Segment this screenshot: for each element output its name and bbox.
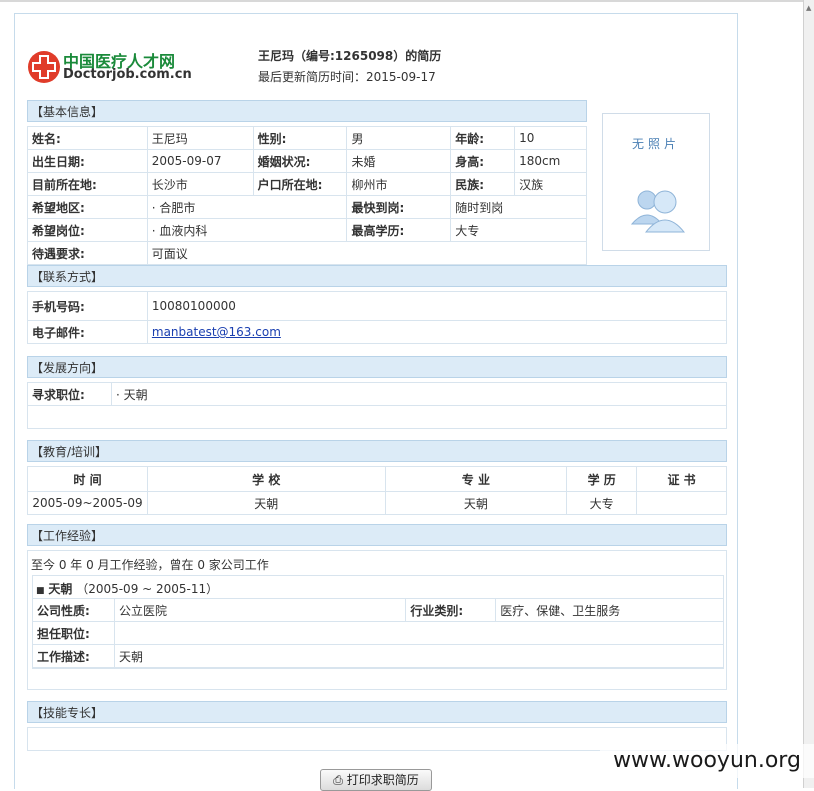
edu-col-cert: 证 书 — [636, 466, 727, 492]
user-group-icon — [630, 190, 686, 233]
hukou-label: 户口所在地: — [252, 172, 348, 196]
location-label: 目前所在地: — [27, 172, 148, 196]
desc-label: 工作描述: — [32, 644, 115, 668]
scroll-up-icon[interactable]: ▲ — [806, 4, 811, 12]
name-label: 姓名: — [27, 126, 148, 150]
red-cross-logo-icon — [28, 51, 60, 83]
work-detail-table: 公司性质: 公立医院 行业类别: 医疗、保健、卫生服务 担任职位: 工作描述: … — [32, 598, 725, 668]
bullet-icon: ■ — [36, 586, 45, 596]
resume-updated-time: 最后更新简历时间：2015-09-17 — [258, 70, 436, 84]
nature-label: 公司性质: — [32, 598, 115, 622]
section-contact: 【联系方式】 — [27, 265, 727, 287]
gender-label: 性别: — [252, 126, 348, 150]
nature-value: 公立医院 — [113, 598, 407, 622]
salary-value: 可面议 — [146, 241, 588, 265]
edu-col-school: 学 校 — [146, 466, 386, 492]
location-value: 长沙市 — [146, 172, 254, 196]
direction-empty-row — [27, 405, 727, 429]
resume-page: 中国医疗人才网 Doctorjob.com.cn 王尼玛（编号:1265098）… — [14, 13, 738, 791]
gender-value: 男 — [346, 126, 452, 150]
birth-label: 出生日期: — [27, 149, 148, 173]
work-period: （2005-09 ~ 2005-11） — [76, 582, 219, 596]
edu-degree: 大专 — [566, 491, 638, 515]
phone-value: 10080100000 — [146, 291, 728, 321]
resume-title: 王尼玛（编号:1265098）的简历 — [258, 49, 442, 63]
printer-icon: ⎙ — [333, 773, 343, 787]
desc-value: 天朝 — [113, 644, 725, 668]
print-button-label: 打印求职简历 — [346, 773, 419, 787]
work-entry-title: ■ 天朝 （2005-09 ~ 2005-11） — [36, 580, 218, 597]
section-work: 【工作经验】 — [27, 524, 727, 546]
work-company: 天朝 — [48, 582, 73, 596]
post-value — [113, 621, 725, 645]
section-education: 【教育/培训】 — [27, 440, 727, 462]
email-link[interactable]: manbatest@163.com — [152, 325, 281, 339]
industry-label: 行业类别: — [405, 598, 497, 622]
job-label: 寻求职位: — [27, 382, 112, 406]
direction-table: 寻求职位: · 天朝 — [27, 382, 728, 429]
post-label: 担任职位: — [32, 621, 115, 645]
wish-post-label: 希望岗位: — [27, 218, 148, 242]
age-value: 10 — [514, 126, 587, 150]
edu-col-time: 时 间 — [27, 466, 148, 492]
contact-table: 手机号码: 10080100000 电子邮件: manbatest@163.co… — [27, 291, 728, 344]
start-value: 随时到岗 — [450, 195, 587, 219]
edu-school: 天朝 — [146, 491, 386, 515]
phone-label: 手机号码: — [27, 291, 148, 321]
start-label: 最快到岗: — [346, 195, 452, 219]
no-photo-text: 无照片 — [631, 137, 680, 151]
window-top-border — [0, 0, 814, 2]
ethnic-label: 民族: — [450, 172, 516, 196]
section-direction: 【发展方向】 — [27, 356, 727, 378]
marital-value: 未婚 — [346, 149, 452, 173]
edu-label: 最高学历: — [346, 218, 452, 242]
vertical-scrollbar[interactable]: ▲ — [803, 0, 814, 788]
job-value: · 天朝 — [110, 382, 728, 406]
photo-placeholder: 无照片 — [602, 113, 710, 251]
edu-time: 2005-09~2005-09 — [27, 491, 148, 515]
work-summary: 至今 0 年 0 月工作经验，曾在 0 家公司工作 — [31, 558, 269, 572]
wish-area-label: 希望地区: — [27, 195, 148, 219]
watermark: www.wooyun.org — [600, 744, 814, 778]
site-logo[interactable]: 中国医疗人才网 Doctorjob.com.cn — [27, 48, 197, 88]
industry-value: 医疗、保健、卫生服务 — [495, 598, 724, 622]
edu-value: 大专 — [450, 218, 587, 242]
hukou-value: 柳州市 — [346, 172, 452, 196]
edu-major: 天朝 — [384, 491, 568, 515]
name-value: 王尼玛 — [146, 126, 254, 150]
wish-post-value: · 血液内科 — [146, 218, 348, 242]
age-label: 年龄: — [450, 126, 516, 150]
height-value: 180cm — [514, 149, 587, 173]
edu-col-major: 专 业 — [384, 466, 568, 492]
email-label: 电子邮件: — [27, 320, 148, 344]
marital-label: 婚姻状况: — [252, 149, 348, 173]
salary-label: 待遇要求: — [27, 241, 148, 265]
height-label: 身高: — [450, 149, 516, 173]
education-header-row: 时 间 学 校 专 业 学 历 证 书 — [27, 466, 727, 492]
edu-cert — [636, 491, 727, 515]
logo-text-en: Doctorjob.com.cn — [63, 67, 192, 82]
table-row: 2005-09~2005-09 天朝 天朝 大专 — [27, 491, 727, 515]
education-table: 时 间 学 校 专 业 学 历 证 书 2005-09~2005-09 天朝 天… — [27, 466, 727, 515]
basic-info-table: 姓名: 王尼玛 性别: 男 年龄: 10 出生日期: 2005-09-07 婚姻… — [27, 126, 588, 265]
edu-col-degree: 学 历 — [566, 466, 638, 492]
section-basic-info: 【基本信息】 — [27, 100, 587, 122]
section-skills: 【技能专长】 — [27, 701, 727, 723]
birth-value: 2005-09-07 — [146, 149, 254, 173]
wish-area-value: · 合肥市 — [146, 195, 348, 219]
ethnic-value: 汉族 — [514, 172, 587, 196]
